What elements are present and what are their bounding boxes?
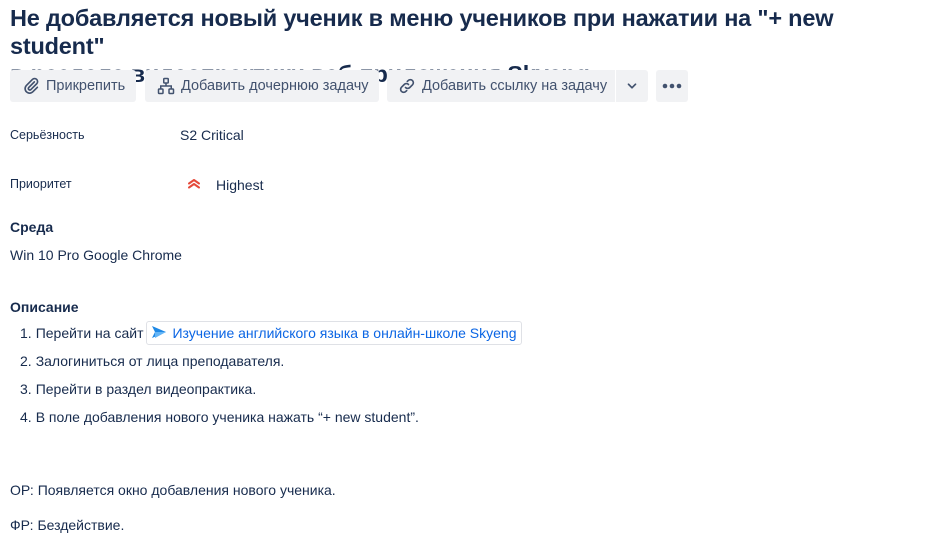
list-item: 1. Перейти на сайт Изучение английского … xyxy=(20,321,522,345)
list-item-number: 2. xyxy=(20,353,32,369)
list-item: 4. В поле добавления нового ученика нажа… xyxy=(20,409,419,425)
child-issue-icon xyxy=(157,77,175,95)
chevron-down-icon xyxy=(625,79,639,93)
list-item: 2. Залогиниться от лица преподавателя. xyxy=(20,353,284,369)
add-issue-link-label: Добавить ссылку на задачу xyxy=(422,78,608,94)
priority-label: Приоритет xyxy=(10,177,72,191)
skyeng-smart-link[interactable]: Изучение английского языка в онлайн-школ… xyxy=(146,321,522,345)
more-icon xyxy=(662,83,682,89)
priority-highest-icon xyxy=(186,175,202,194)
add-child-issue-button[interactable]: Добавить дочернюю задачу xyxy=(145,70,379,102)
environment-heading: Среда xyxy=(10,219,54,235)
list-item-text: Залогиниться от лица преподавателя. xyxy=(35,353,285,369)
more-actions-button[interactable] xyxy=(656,70,688,102)
expected-result: ОР: Появляется окно добавления нового уч… xyxy=(10,482,336,498)
skyeng-link-text: Изучение английского языка в онлайн-школ… xyxy=(172,325,517,341)
list-item-text: В поле добавления нового ученика нажать … xyxy=(35,409,419,425)
list-item-text: Перейти на сайт xyxy=(35,325,144,341)
list-item-text: Перейти в раздел видеопрактика. xyxy=(35,381,257,397)
link-icon xyxy=(398,77,416,95)
add-child-issue-label: Добавить дочернюю задачу xyxy=(181,78,369,94)
attach-button[interactable]: Прикрепить xyxy=(10,70,136,102)
list-item-number: 4. xyxy=(20,409,32,425)
list-item-number: 3. xyxy=(20,381,32,397)
list-item-number: 1. xyxy=(20,325,32,341)
description-heading: Описание xyxy=(10,299,79,315)
severity-value[interactable]: S2 Critical xyxy=(180,127,244,143)
skyeng-favicon-icon xyxy=(151,325,167,342)
attach-button-label: Прикрепить xyxy=(46,78,126,94)
priority-value[interactable]: Highest xyxy=(186,175,263,194)
severity-label: Серьёзность xyxy=(10,128,85,142)
list-item: 3. Перейти в раздел видеопрактика. xyxy=(20,381,256,397)
link-dropdown-button[interactable] xyxy=(616,70,648,102)
issue-title-line-1: Не добавляется новый ученик в меню учени… xyxy=(10,5,834,59)
environment-value[interactable]: Win 10 Pro Google Chrome xyxy=(10,247,182,263)
add-issue-link-button[interactable]: Добавить ссылку на задачу xyxy=(387,70,615,102)
paperclip-icon xyxy=(22,77,40,95)
actual-result: ФР: Бездействие. xyxy=(10,517,125,533)
priority-value-label: Highest xyxy=(216,176,264,193)
